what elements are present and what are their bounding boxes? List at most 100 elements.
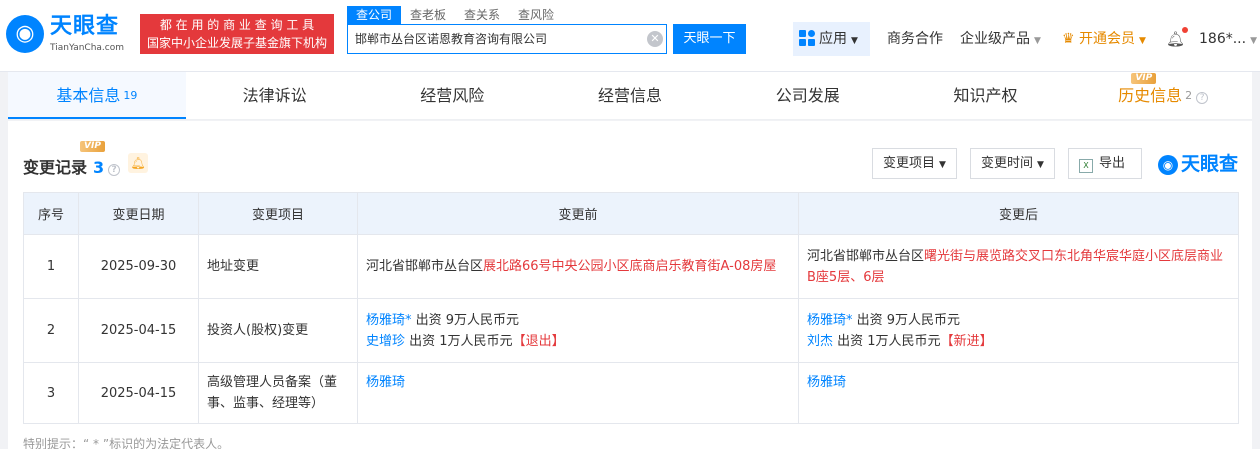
tab-label: 基本信息 xyxy=(56,86,121,105)
person-link[interactable]: 杨雅琦 xyxy=(807,375,846,390)
change-date: 2025-04-15 xyxy=(78,362,199,424)
change-records-table: 序号 变更日期 变更项目 变更前 变更后 1 2025-09-30 地址变更 河… xyxy=(23,192,1239,424)
nav-vip-label: 开通会员 xyxy=(1079,31,1136,47)
table-row: 2 2025-04-15 投资人(股权)变更 杨雅琦* 出资 9万人民币元 史增… xyxy=(23,298,1239,363)
help-icon[interactable]: ? xyxy=(1196,92,1209,104)
site-logo[interactable]: ◉ 天眼查 TianYanCha.com xyxy=(6,12,130,56)
nav-vip-menu[interactable]: ♛ 开通会员 ▼ xyxy=(1062,22,1146,58)
chevron-down-icon: ▼ xyxy=(1139,36,1146,46)
chevron-down-icon: ▼ xyxy=(851,36,858,46)
chevron-down-icon: ▼ xyxy=(1250,36,1257,46)
notification-dot xyxy=(1182,27,1188,33)
tab-development[interactable]: 公司发展 xyxy=(719,72,897,119)
investor-link[interactable]: 史增珍 xyxy=(366,334,405,349)
filter-change-time[interactable]: 变更时间 ▼ xyxy=(970,148,1055,179)
nav-business-link[interactable]: 商务合作 xyxy=(887,22,943,56)
filter-change-item[interactable]: 变更项目 ▼ xyxy=(872,148,957,179)
tab-business-risk[interactable]: 经营风险 xyxy=(363,72,541,119)
search-tab-risk[interactable]: 查风险 xyxy=(509,6,563,24)
investment-text: 出资 9万人民币元 xyxy=(852,312,961,328)
investor-line: 刘杰 出资 1万人民币元【新进】 xyxy=(807,331,1230,352)
slogan-line-1: 都 在 用 的 商 业 查 询 工 具 xyxy=(159,18,315,32)
search-input[interactable]: 邯郸市丛台区诺恩教育咨询有限公司 xyxy=(347,24,667,54)
company-info-tabs: 基本信息 19 法律诉讼 经营风险 经营信息 公司发展 知识产权 VIP 历史信息 2… xyxy=(8,72,1252,120)
investor-line: 史增珍 出资 1万人民币元【退出】 xyxy=(366,331,790,352)
vip-badge: VIP xyxy=(80,141,105,152)
nav-enterprise-menu[interactable]: 企业级产品 ▼ xyxy=(960,22,1041,58)
table-header-row: 序号 变更日期 变更项目 变更前 变更后 xyxy=(23,192,1239,235)
column-header: 变更后 xyxy=(798,192,1239,235)
tab-count: 2 xyxy=(1185,89,1193,102)
before-value: 杨雅琦 xyxy=(357,362,799,424)
row-number: 2 xyxy=(23,298,79,363)
search-tab-boss[interactable]: 查老板 xyxy=(401,6,455,24)
after-value: 杨雅琦* 出资 9万人民币元 刘杰 出资 1万人民币元【新进】 xyxy=(798,298,1239,363)
record-count: 3 xyxy=(93,158,105,177)
after-value: 杨雅琦 xyxy=(798,362,1239,424)
tab-ip[interactable]: 知识产权 xyxy=(897,72,1075,119)
logo-text: 天眼查 xyxy=(50,14,120,39)
search-tab-company[interactable]: 查公司 xyxy=(347,6,402,24)
slogan-banner: 都 在 用 的 商 业 查 询 工 具 国家中小企业发展子基金旗下机构 xyxy=(140,14,334,54)
investor-link[interactable]: 杨雅琦* xyxy=(366,313,412,328)
logo-domain: TianYanCha.com xyxy=(50,43,125,53)
after-value: 河北省邯郸市丛台区曙光街与展览路交叉口东北角华宸华庭小区底层商业B座5层、6层 xyxy=(798,234,1239,299)
investor-link[interactable]: 刘杰 xyxy=(807,334,833,349)
export-label: 导出 xyxy=(1099,156,1126,171)
before-value: 河北省邯郸市丛台区展北路66号中央公园小区底商启乐教育街A-08房屋 xyxy=(357,234,799,299)
table-row: 1 2025-09-30 地址变更 河北省邯郸市丛台区展北路66号中央公园小区底… xyxy=(23,234,1239,299)
top-header: ◉ 天眼查 TianYanCha.com 都 在 用 的 商 业 查 询 工 具… xyxy=(0,0,1260,72)
table-row: 3 2025-04-15 高级管理人员备案（董事、监事、经理等） 杨雅琦 杨雅琦 xyxy=(23,362,1239,424)
apps-grid-icon xyxy=(799,30,815,46)
address-plain: 河北省邯郸市丛台区 xyxy=(366,259,484,274)
column-header: 变更前 xyxy=(357,192,799,235)
tab-legal[interactable]: 法律诉讼 xyxy=(186,72,364,119)
person-link[interactable]: 杨雅琦 xyxy=(366,375,405,390)
filter-item-label: 变更项目 xyxy=(883,156,936,171)
search-button[interactable]: 天眼一下 xyxy=(673,24,746,54)
investment-text: 出资 1万人民币元 xyxy=(833,333,941,349)
change-records-panel: VIP 变更记录 3? 🔔︎ 变更项目 ▼ 变更时间 ▼ X 导出 ◉ 天眼查 序号 变更… xyxy=(8,121,1252,449)
investor-line: 杨雅琦* 出资 9万人民币元 xyxy=(366,310,790,331)
apps-label: 应用 xyxy=(819,31,847,47)
tab-basic-info[interactable]: 基本信息 19 xyxy=(8,72,186,119)
row-number: 3 xyxy=(23,362,79,424)
monitor-bell-icon[interactable]: 🔔︎ xyxy=(128,153,148,173)
apps-menu-button[interactable]: 应用 ▼ xyxy=(793,22,870,56)
new-tag: 【新进】 xyxy=(940,333,993,349)
chevron-down-icon: ▼ xyxy=(1037,160,1044,170)
change-item: 地址变更 xyxy=(198,234,358,299)
investor-link[interactable]: 杨雅琦* xyxy=(807,313,853,328)
help-icon[interactable]: ? xyxy=(108,164,121,176)
search-tab-relation[interactable]: 查关系 xyxy=(455,6,509,24)
slogan-line-2: 国家中小企业发展子基金旗下机构 xyxy=(146,36,327,50)
tab-count: 19 xyxy=(123,89,138,102)
tab-history[interactable]: VIP 历史信息 2? xyxy=(1074,72,1252,119)
address-changed: 展北路66号中央公园小区底商启乐教育街A-08房屋 xyxy=(483,259,777,274)
tab-label: 历史信息 xyxy=(1118,86,1183,105)
investment-text: 出资 9万人民币元 xyxy=(411,312,520,328)
crown-icon: ♛ xyxy=(1062,31,1075,47)
notification-bell-icon[interactable]: 🔔︎ xyxy=(1166,30,1185,48)
change-date: 2025-04-15 xyxy=(78,298,199,363)
tab-business-info[interactable]: 经营信息 xyxy=(541,72,719,119)
column-header: 变更日期 xyxy=(78,192,199,235)
clear-search-icon[interactable]: ✕ xyxy=(647,31,663,47)
filter-time-label: 变更时间 xyxy=(981,156,1034,171)
section-title-text: 变更记录 xyxy=(23,158,88,177)
change-date: 2025-09-30 xyxy=(78,234,199,299)
brand-logo-text: 天眼查 xyxy=(1181,153,1239,175)
exit-tag: 【退出】 xyxy=(512,333,565,349)
row-number: 1 xyxy=(23,234,79,299)
before-value: 杨雅琦* 出资 9万人民币元 史增珍 出资 1万人民币元【退出】 xyxy=(357,298,799,363)
logo-eye-icon: ◉ xyxy=(6,15,44,53)
brand-logo: ◉ 天眼查 xyxy=(1158,153,1238,175)
section-title: 变更记录 3? xyxy=(23,154,121,178)
vip-badge: VIP xyxy=(1131,73,1157,84)
user-phone: 186*... xyxy=(1199,31,1247,47)
user-account-menu[interactable]: 186*... ▼ xyxy=(1199,22,1257,58)
export-button[interactable]: X 导出 xyxy=(1068,148,1142,179)
chevron-down-icon: ▼ xyxy=(939,160,946,170)
investment-text: 出资 1万人民币元 xyxy=(405,333,513,349)
excel-icon: X xyxy=(1079,159,1093,173)
